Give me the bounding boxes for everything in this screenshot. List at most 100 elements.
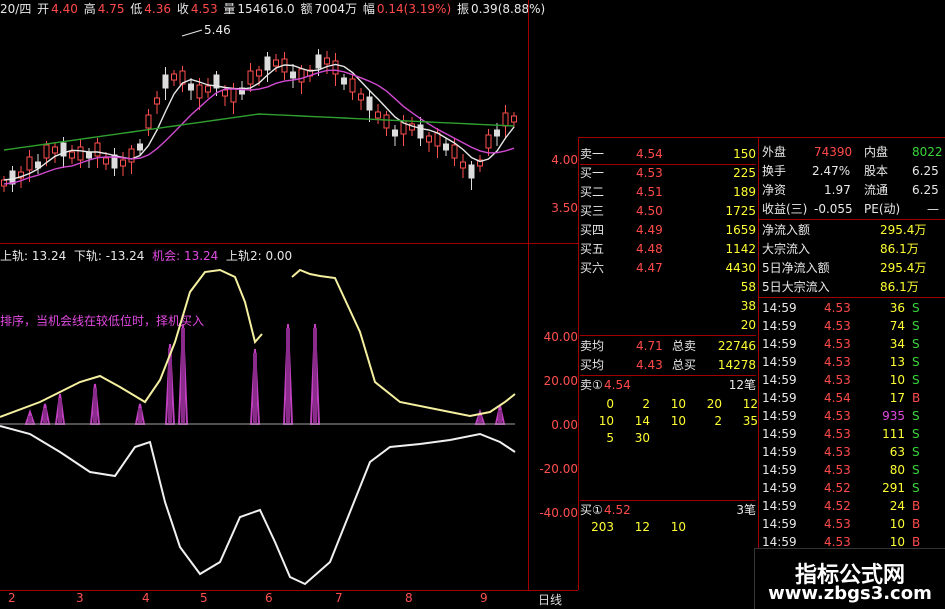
sell1-queue-header[interactable]: 卖① 4.54 12笔 (580, 376, 756, 395)
candle-body (341, 77, 347, 85)
date-label: 4 (142, 591, 150, 605)
fund-flow-row: 5日净流入额 295.4万 (762, 261, 927, 275)
candle-body (315, 54, 322, 69)
sell-level[interactable]: 卖一 4.54 150 (580, 145, 756, 164)
date-label: 2 (8, 591, 16, 605)
open-label: 开 (37, 2, 50, 16)
candle-body (264, 56, 271, 71)
price-axis-label-1: 4.00 (551, 153, 578, 167)
candle-body (77, 146, 84, 161)
chance-label: 机会: (152, 249, 181, 263)
candle-body (205, 85, 211, 93)
candle-body (154, 97, 160, 105)
tick-row[interactable]: 14:59 4.53 10 S (762, 371, 945, 390)
buy-average-row: 买均 4.43 总买 14278 (580, 358, 756, 372)
buy-level[interactable]: 买二 4.51 189 (580, 183, 756, 202)
chance-bar-fill (28, 416, 32, 424)
panel-top-border (578, 137, 945, 138)
candle-body (426, 135, 432, 143)
candle-body (494, 129, 500, 137)
change-value: 0.14(3.19%) (376, 2, 452, 16)
candle-body (94, 142, 101, 157)
sell1-queue-row: 5 30 (606, 431, 650, 445)
tick-row[interactable]: 14:59 4.53 36 S (762, 299, 945, 318)
tick-row[interactable]: 14:59 4.52 24 B (762, 497, 945, 516)
upper-label: 上轨: (0, 249, 29, 263)
upper-band-line (0, 268, 263, 418)
order-book-left-border (578, 137, 579, 590)
ind-axis-label-1: 40.00 (543, 330, 578, 344)
buy-level[interactable]: 买四 4.49 1659 (580, 221, 756, 240)
candle-body (69, 151, 75, 159)
chance-bar-fill (138, 408, 142, 424)
candle-body (43, 144, 50, 159)
period-label[interactable]: 日线 (538, 591, 562, 608)
extra-volume: 58 (740, 280, 756, 294)
tick-row[interactable]: 14:59 4.53 111 S (762, 425, 945, 444)
buy-level[interactable]: 买五 4.48 1142 (580, 240, 756, 259)
close-label: 收 (176, 2, 189, 16)
price-chart[interactable]: 5.46 (0, 18, 530, 243)
buy-level[interactable]: 买六 4.47 4430 (580, 259, 756, 278)
lower-value: -13.24 (105, 249, 145, 263)
tick-row[interactable]: 14:59 4.53 74 S (762, 317, 945, 336)
chance-bar-fill (286, 328, 290, 424)
candle-body (196, 84, 203, 99)
date-prefix: 20/四 (0, 2, 32, 16)
swing-value: 0.39(8.88%) (470, 2, 546, 16)
date-label: 5 (200, 591, 208, 605)
candle-body (26, 156, 33, 171)
ind-axis-label-4: -20.00 (539, 462, 578, 476)
date-label: 8 (405, 591, 413, 605)
date-label: 3 (76, 591, 84, 605)
extra-volume: 20 (740, 318, 756, 332)
site-watermark: 指标公式网 www.zbgs3.com (754, 548, 945, 609)
date-label: 7 (335, 591, 343, 605)
extra-volume: 38 (740, 299, 756, 313)
candle-body (1, 179, 7, 187)
candle-body (145, 114, 152, 129)
fund-flow-row: 净流入额 295.4万 (762, 223, 927, 237)
lower-label: 下轨: (73, 249, 102, 263)
date-axis: 2 3 4 5 6 7 8 9 日线 (0, 591, 578, 609)
change-label: 幅 (362, 2, 375, 16)
candle-body (511, 115, 517, 123)
stats-row: 外盘 74390 内盘 8022 (762, 145, 943, 159)
candle-body (290, 71, 296, 79)
candle-body (256, 69, 262, 77)
candle-body (460, 161, 466, 169)
buy-level[interactable]: 买三 4.50 1725 (580, 202, 756, 221)
candle-body (273, 59, 279, 67)
buy-level[interactable]: 买一 4.53 225 (580, 164, 756, 183)
volume-label: 量 (223, 2, 236, 16)
buy1-queue: 203 12 10 (591, 520, 686, 534)
order-book-right-border (758, 137, 759, 609)
watermark-url: www.zbgs3.com (768, 583, 932, 604)
ind-axis-label-3: 0.00 (551, 418, 578, 432)
candle-body (222, 89, 228, 97)
candle-body (383, 114, 390, 129)
swing-label: 振 (456, 2, 469, 16)
indicator-chart[interactable] (0, 262, 530, 588)
candle-body (120, 159, 126, 167)
tick-row[interactable]: 14:59 4.53 34 S (762, 335, 945, 354)
quote-header: 20/四 开 4.40 高 4.75 低 4.36 收 4.53 量 154616.0 额… (0, 0, 547, 18)
tick-row[interactable]: 14:59 4.53 63 S (762, 443, 945, 462)
sell-average-row: 卖均 4.71 总卖 22746 (580, 339, 756, 353)
stats-row: 净资 1.97 流通 6.25 (762, 183, 939, 197)
candle-body (451, 144, 458, 159)
tick-row[interactable]: 14:59 4.53 13 S (762, 353, 945, 372)
chance-bar-fill (313, 328, 317, 424)
tick-row[interactable]: 14:59 4.53 10 B (762, 515, 945, 534)
tick-row[interactable]: 14:59 4.53 935 S (762, 407, 945, 426)
upper-band-line-segment (291, 268, 516, 418)
candle-body (230, 88, 237, 103)
candle-body (188, 83, 194, 91)
tick-row[interactable]: 14:59 4.52 291 S (762, 479, 945, 498)
candle-body (375, 111, 381, 119)
candle-body (247, 70, 254, 85)
tick-row[interactable]: 14:59 4.54 17 B (762, 389, 945, 408)
chance-bar-fill (58, 398, 62, 424)
tick-row[interactable]: 14:59 4.53 80 S (762, 461, 945, 480)
date-label: 9 (480, 591, 488, 605)
